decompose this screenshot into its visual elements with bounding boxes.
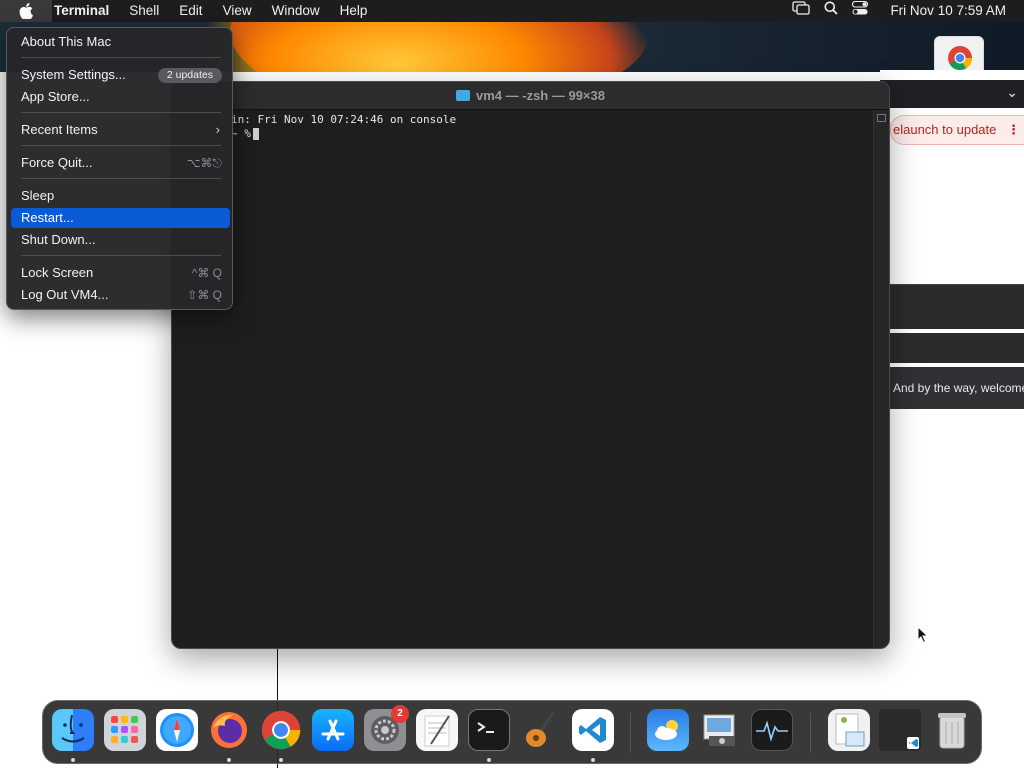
terminal-title: vm4 — -zsh — 99×38 [476,88,605,103]
mouse-pointer-icon [917,625,929,649]
lock-screen-item[interactable]: Lock Screen ^⌘ Q [11,263,230,283]
lock-screen-shortcut: ^⌘ Q [191,266,222,280]
dock-divider [810,713,811,753]
instruments-icon[interactable] [520,709,562,751]
safari-icon[interactable] [156,709,198,751]
browser-dark-panel [880,284,1024,329]
updates-badge: 2 updates [157,68,222,83]
chrome-icon[interactable] [260,709,302,751]
running-indicator [591,758,595,762]
vscode-icon[interactable] [572,709,614,751]
textedit-icon[interactable] [416,709,458,751]
force-quit-shortcut: ⌥⌘⎋ [186,156,222,170]
preview-icon[interactable] [699,709,741,751]
menu-shell[interactable]: Shell [119,0,169,22]
weather-icon[interactable] [647,709,689,751]
running-indicator [227,758,231,762]
force-quit-item[interactable]: Force Quit... ⌥⌘⎋ [11,153,230,173]
menu-edit[interactable]: Edit [169,0,212,22]
relaunch-to-update-button[interactable]: elaunch to update ⋮ [890,115,1024,145]
more-options-icon[interactable]: ⋮ [1007,116,1020,144]
launchpad-icon[interactable] [104,709,146,751]
browser-dark-panel [880,333,1024,363]
terminal-icon[interactable] [468,709,510,751]
finder-icon[interactable] [52,709,94,751]
menu-separator [21,112,221,113]
menu-separator [21,57,221,58]
running-indicator [487,758,491,762]
app-store-icon[interactable] [312,709,354,751]
control-center-icon[interactable] [852,0,869,22]
menu-separator [21,178,221,179]
chevron-down-icon[interactable]: ⌄ [1006,84,1018,101]
welcome-banner: And by the way, welcome [880,367,1024,409]
running-indicator [71,758,75,762]
app-store-item[interactable]: App Store... [11,87,230,107]
activity-monitor-icon[interactable] [751,709,793,751]
text-cursor [252,128,259,140]
spotlight-search-icon[interactable] [824,0,839,22]
running-indicator [279,758,283,762]
scroll-marker-icon [877,114,886,122]
menu-app-name[interactable]: Terminal [52,0,119,22]
restart-item[interactable]: Restart... [11,208,230,228]
screen-mirroring-icon[interactable] [792,0,811,22]
menu-help[interactable]: Help [330,0,378,22]
notification-badge: 2 [391,705,409,723]
firefox-icon[interactable] [208,709,250,751]
sleep-item[interactable]: Sleep [11,186,230,206]
chevron-right-icon: › [215,122,220,137]
menu-window[interactable]: Window [262,0,330,22]
downloads-stack-icon[interactable] [828,709,870,751]
chrome-window-tab[interactable] [934,36,984,72]
dock: 2 [42,700,982,764]
log-out-item[interactable]: Log Out VM4... ⇧⌘ Q [11,285,230,305]
apple-menu-dropdown: About This Mac System Settings... 2 updat… [6,27,233,310]
log-out-shortcut: ⇧⌘ Q [187,288,222,302]
menu-view[interactable]: View [213,0,262,22]
menu-clock[interactable]: Fri Nov 10 7:59 AM [890,0,1006,22]
menu-separator [21,145,221,146]
terminal-content[interactable]: in: Fri Nov 10 07:24:46 on console ~ % [172,110,889,648]
menu-bar: Terminal Shell Edit View Window Help Fri… [0,0,1024,22]
dock-divider [630,713,631,753]
browser-toolbar: ⌄ [880,80,1024,108]
terminal-window[interactable]: vm4 — -zsh — 99×38 in: Fri Nov 10 07:24:… [171,81,890,649]
apple-menu-icon[interactable] [0,0,52,22]
system-settings-item[interactable]: System Settings... 2 updates [11,65,230,85]
desktop-area [0,310,172,700]
minimized-window-icon[interactable] [879,709,921,751]
terminal-line: in: Fri Nov 10 07:24:46 on console [231,113,457,126]
recent-items-item[interactable]: Recent Items › [11,120,230,140]
shut-down-item[interactable]: Shut Down... [11,230,230,250]
trash-icon[interactable] [931,709,973,751]
about-this-mac-item[interactable]: About This Mac [11,32,230,52]
folder-icon [456,90,470,102]
menu-separator [21,255,221,256]
terminal-scrollbar[interactable] [873,110,889,648]
terminal-prompt: ~ % [231,127,251,140]
terminal-titlebar[interactable]: vm4 — -zsh — 99×38 [172,82,889,110]
terminal-prompt-line: ~ % [231,127,889,141]
